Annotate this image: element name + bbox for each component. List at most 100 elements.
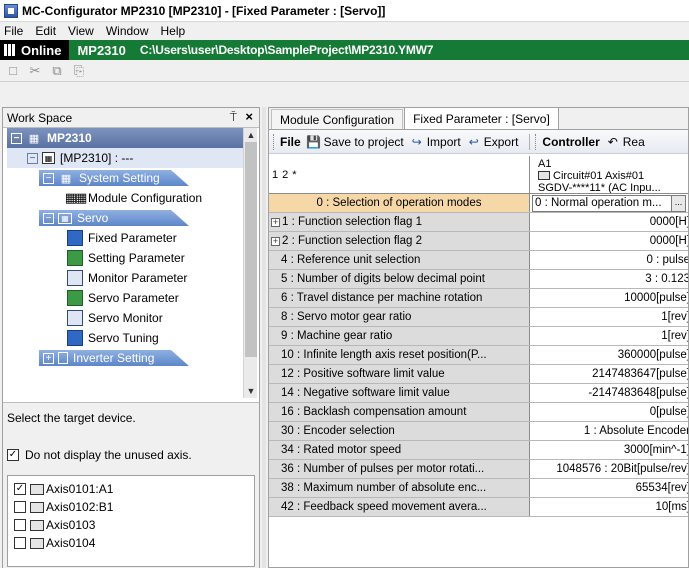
param-row-30[interactable]: 30 : Encoder selection 1 : Absolute Enco… [269,422,688,441]
param-value[interactable]: 0000[H] [530,232,688,250]
save-to-project-button[interactable]: 💾 Save to project [306,135,404,149]
param-value-cell[interactable]: 0 : Normal operation m... ... [530,194,688,212]
scroll-down-icon[interactable]: ▼ [245,385,257,397]
collapse-icon[interactable]: − [11,132,22,144]
param-value[interactable]: 1 : Absolute Encoder [530,422,688,440]
tree-system-setting[interactable]: − ▦ System Setting [7,168,245,188]
param-row-4[interactable]: 4 : Reference unit selection 0 : pulse [269,251,688,270]
axis-item[interactable]: ✓ Axis0101:A1 [14,480,248,498]
menu-window[interactable]: Window [106,24,149,38]
param-value[interactable]: 0000[H] [530,213,688,231]
param-label: 8 : Servo motor gear ratio [269,308,530,326]
tab-module-configuration[interactable]: Module Configuration [271,109,404,129]
collapse-icon[interactable]: − [27,152,38,164]
tree-inverter-setting[interactable]: + Inverter Setting [7,348,245,368]
operation-mode-select[interactable]: 0 : Normal operation m... ... [532,194,686,212]
param-label: 1 : Function selection flag 1 [282,216,422,228]
param-value[interactable]: 10[ms] [530,498,688,516]
collapse-icon[interactable]: − [43,172,54,184]
menu-file[interactable]: File [4,24,23,38]
scroll-up-icon[interactable]: ▲ [245,129,257,141]
paste-icon[interactable]: ⎘ [70,62,88,80]
param-row-12[interactable]: 12 : Positive software limit value 21474… [269,365,688,384]
axis-item[interactable]: Axis0104 [14,534,248,552]
tree-project[interactable]: − ▦ [MP2310] : --- [7,148,245,168]
tree-servo-monitor[interactable]: Servo Monitor [7,308,245,328]
param-row-16[interactable]: 16 : Backlash compensation amount 0[puls… [269,403,688,422]
param-value[interactable]: 65534[rev] [530,479,688,497]
tree-scrollbar[interactable]: ▲ ▼ [243,128,257,398]
param-value[interactable]: 1[rev] [530,327,688,345]
export-button[interactable]: ↩ Export [467,135,519,149]
tree-monitor-parameter[interactable]: Monitor Parameter [7,268,245,288]
tree-servo-parameter[interactable]: Servo Parameter [7,288,245,308]
cut-icon[interactable]: ✂ [26,62,44,80]
axis-checkbox[interactable] [14,537,26,549]
param-row-9[interactable]: 9 : Machine gear ratio 1[rev] [269,327,688,346]
toolbar-grip[interactable] [273,133,276,150]
param-row-0[interactable]: 0 : Selection of operation modes 0 : Nor… [269,194,688,213]
tree-setting-parameter[interactable]: Setting Parameter [7,248,245,268]
param-row-42[interactable]: 42 : Feedback speed movement avera... 10… [269,498,688,517]
expand-icon[interactable]: + [43,352,54,364]
param-row-14[interactable]: 14 : Negative software limit value -2147… [269,384,688,403]
param-value[interactable]: 0 : pulse [530,251,688,269]
param-row-36[interactable]: 36 : Number of pulses per motor rotati..… [269,460,688,479]
tree-servo[interactable]: − ▦ Servo [7,208,245,228]
tree-module-configuration[interactable]: ▦▦ Module Configuration [7,188,245,208]
chevron-down-icon[interactable]: ... [671,195,685,211]
param-row-38[interactable]: 38 : Maximum number of absolute enc... 6… [269,479,688,498]
param-value[interactable]: 3000[min^-1] [530,441,688,459]
param-value[interactable]: 2147483647[pulse] [530,365,688,383]
param-value[interactable]: 10000[pulse] [530,289,688,307]
axis-item[interactable]: Axis0103 [14,516,248,534]
toolbar-grip[interactable] [535,133,538,150]
expand-icon[interactable]: + [271,217,280,227]
param-row-5[interactable]: 5 : Number of digits below decimal point… [269,270,688,289]
pin-icon[interactable]: ⍑ [230,110,237,125]
copy-icon[interactable]: ⧉ [48,62,66,80]
close-icon[interactable]: × [245,109,253,124]
file-menu-button[interactable]: File [280,135,301,149]
param-row-6[interactable]: 6 : Travel distance per machine rotation… [269,289,688,308]
import-button[interactable]: ↪ Import [410,135,461,149]
menu-view[interactable]: View [68,24,94,38]
axis-checkbox[interactable] [14,501,26,513]
axis-checkbox[interactable]: ✓ [14,483,26,495]
column-selector-all[interactable]: * [292,169,296,181]
panel-splitter[interactable] [262,107,266,568]
axis-item[interactable]: Axis0102:B1 [14,498,248,516]
expand-icon[interactable]: + [271,236,280,246]
param-row-1[interactable]: +1 : Function selection flag 1 0000[H] [269,213,688,232]
column-selector-1[interactable]: 1 [272,169,278,181]
scroll-thumb[interactable] [245,142,257,357]
menu-help[interactable]: Help [161,24,186,38]
param-value[interactable]: -2147483648[pulse] [530,384,688,402]
param-row-10[interactable]: 10 : Infinite length axis reset position… [269,346,688,365]
param-value[interactable]: 360000[pulse] [530,346,688,364]
column-selector-2[interactable]: 2 [282,169,288,181]
menu-edit[interactable]: Edit [35,24,56,38]
tree-servo-tuning[interactable]: Servo Tuning [7,328,245,348]
param-value[interactable]: 1[rev] [530,308,688,326]
device-selector: Select the target device. ✓ Do not displ… [3,402,259,568]
param-row-34[interactable]: 34 : Rated motor speed 3000[min^-1] [269,441,688,460]
tab-fixed-parameter[interactable]: Fixed Parameter : [Servo] [404,108,559,129]
axis-checkbox[interactable] [14,519,26,531]
param-value[interactable]: 0[pulse] [530,403,688,421]
workspace-header: Work Space ⍑ × [3,108,259,128]
param-value[interactable]: 3 : 0.123 [530,270,688,288]
read-button[interactable]: ↶ Rea [606,135,645,149]
tree-root-mp2310[interactable]: − ▦ MP2310 [7,128,245,148]
axis-column-header[interactable]: A1 Circuit#01 Axis#01 SGDV-****11* (AC I… [530,156,688,193]
param-row-8[interactable]: 8 : Servo motor gear ratio 1[rev] [269,308,688,327]
param-value[interactable]: 1048576 : 20Bit[pulse/rev] [530,460,688,478]
tree-fixed-parameter[interactable]: Fixed Parameter [7,228,245,248]
unused-axis-checkbox[interactable]: ✓ [7,449,19,461]
unused-axis-option[interactable]: ✓ Do not display the unused axis. [7,448,192,462]
controller-menu-button[interactable]: Controller [542,135,599,149]
main-toolbar: □ ✂ ⧉ ⎘ [0,60,689,82]
new-icon[interactable]: □ [4,62,22,80]
collapse-icon[interactable]: − [43,212,54,224]
param-row-2[interactable]: +2 : Function selection flag 2 0000[H] [269,232,688,251]
